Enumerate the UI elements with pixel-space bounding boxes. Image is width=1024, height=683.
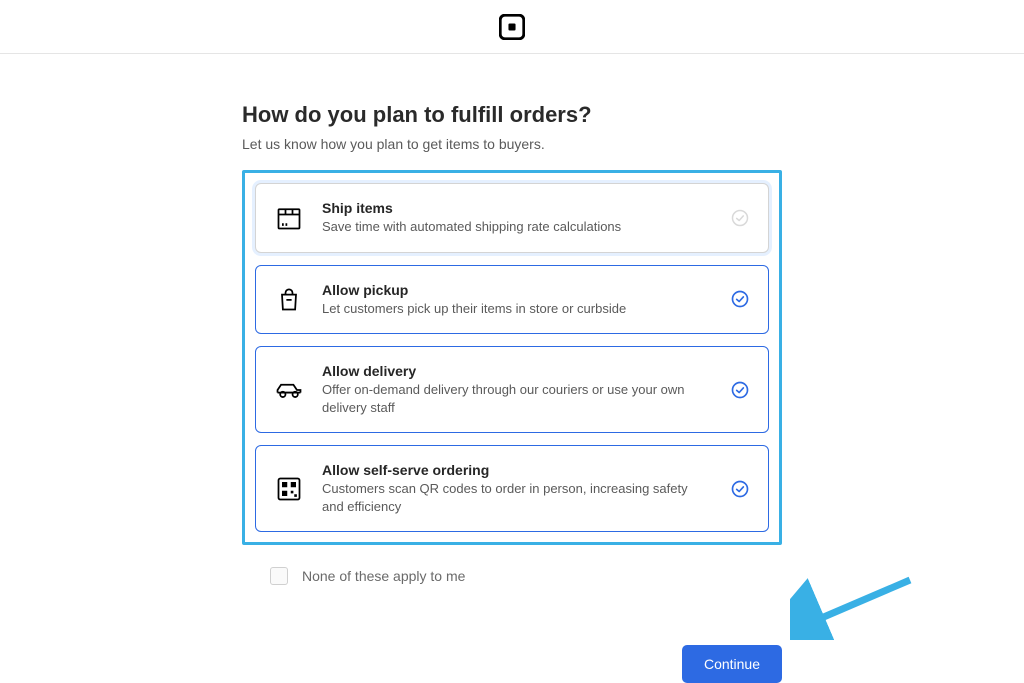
fulfillment-options-highlight: Ship items Save time with automated ship… <box>242 170 782 545</box>
footer-actions: Continue <box>242 645 782 683</box>
option-title: Ship items <box>322 200 712 216</box>
none-apply-row[interactable]: None of these apply to me <box>242 567 782 585</box>
option-text: Allow delivery Offer on-demand delivery … <box>322 363 712 416</box>
option-desc: Customers scan QR codes to order in pers… <box>322 480 712 515</box>
annotation-arrow-icon <box>790 570 920 640</box>
checked-icon <box>730 380 750 400</box>
page-subtitle: Let us know how you plan to get items to… <box>242 136 782 152</box>
option-text: Allow self-serve ordering Customers scan… <box>322 462 712 515</box>
car-icon <box>274 375 304 405</box>
onboarding-panel: How do you plan to fulfill orders? Let u… <box>242 54 782 585</box>
option-allow-delivery[interactable]: Allow delivery Offer on-demand delivery … <box>255 346 769 433</box>
qr-code-icon <box>274 474 304 504</box>
checked-icon <box>730 289 750 309</box>
option-text: Ship items Save time with automated ship… <box>322 200 712 236</box>
square-logo-icon <box>499 14 525 40</box>
option-title: Allow self-serve ordering <box>322 462 712 478</box>
option-desc: Offer on-demand delivery through our cou… <box>322 381 712 416</box>
option-title: Allow pickup <box>322 282 712 298</box>
option-title: Allow delivery <box>322 363 712 379</box>
checked-icon <box>730 479 750 499</box>
option-desc: Save time with automated shipping rate c… <box>322 218 712 236</box>
option-text: Allow pickup Let customers pick up their… <box>322 282 712 318</box>
box-icon <box>274 203 304 233</box>
option-desc: Let customers pick up their items in sto… <box>322 300 712 318</box>
app-header <box>0 0 1024 54</box>
none-apply-label: None of these apply to me <box>302 568 465 584</box>
shopping-bag-icon <box>274 284 304 314</box>
continue-button[interactable]: Continue <box>682 645 782 683</box>
option-allow-pickup[interactable]: Allow pickup Let customers pick up their… <box>255 265 769 335</box>
page-title: How do you plan to fulfill orders? <box>242 102 782 128</box>
option-self-serve[interactable]: Allow self-serve ordering Customers scan… <box>255 445 769 532</box>
option-ship-items[interactable]: Ship items Save time with automated ship… <box>255 183 769 253</box>
unchecked-icon <box>730 208 750 228</box>
none-apply-checkbox[interactable] <box>270 567 288 585</box>
